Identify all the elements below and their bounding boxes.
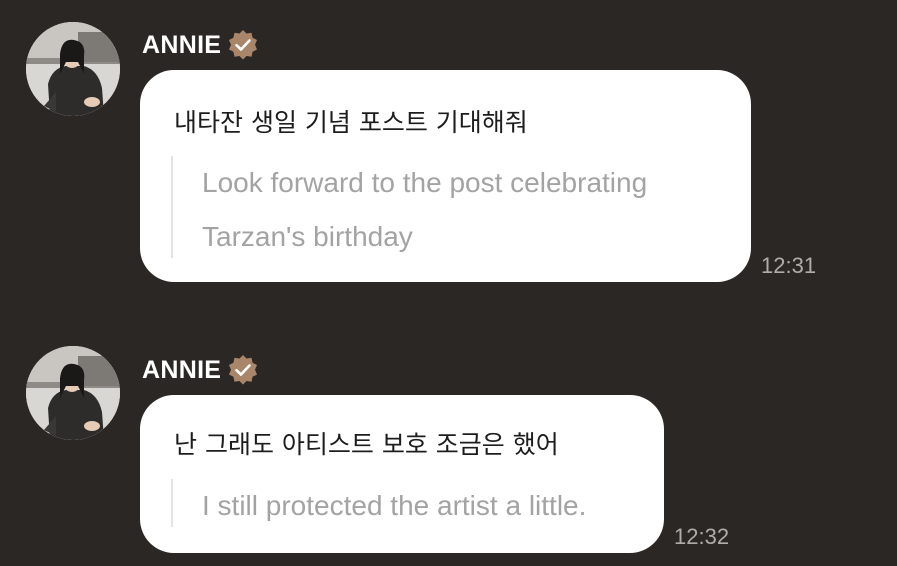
message-timestamp: 12:32 xyxy=(674,524,730,549)
message-text: 난 그래도 아티스트 보호 조금은 했어 xyxy=(174,430,559,459)
message-text: 내타잔 생일 기념 포스트 기대해줘 xyxy=(174,108,528,137)
verified-badge-icon xyxy=(229,355,258,385)
verified-badge-icon xyxy=(229,30,258,60)
sender-name[interactable]: ANNIE xyxy=(142,356,221,385)
sender-name[interactable]: ANNIE xyxy=(142,31,221,60)
translation-quote-bar xyxy=(171,156,173,258)
message-bubble[interactable]: 내타잔 생일 기념 포스트 기대해줘 Look forward to the p… xyxy=(140,70,751,282)
avatar[interactable] xyxy=(26,22,120,116)
translation-line: Tarzan's birthday xyxy=(202,221,413,252)
translation-line: Look forward to the post celebrating xyxy=(202,167,648,198)
sender-row: ANNIE xyxy=(142,27,259,63)
profile-photo-icon xyxy=(26,346,120,440)
translation-quote-bar xyxy=(171,479,173,527)
sender-row: ANNIE xyxy=(142,352,259,388)
message-timestamp: 12:31 xyxy=(761,253,817,278)
message-bubble[interactable]: 난 그래도 아티스트 보호 조금은 했어 I still protected t… xyxy=(140,395,664,553)
profile-photo-icon xyxy=(26,22,120,116)
translation-line: I still protected the artist a little. xyxy=(202,490,587,521)
avatar[interactable] xyxy=(26,346,120,440)
chat-screen: ANNIE 내타잔 생일 기념 포스트 기대해줘 Look forward to… xyxy=(0,0,897,566)
